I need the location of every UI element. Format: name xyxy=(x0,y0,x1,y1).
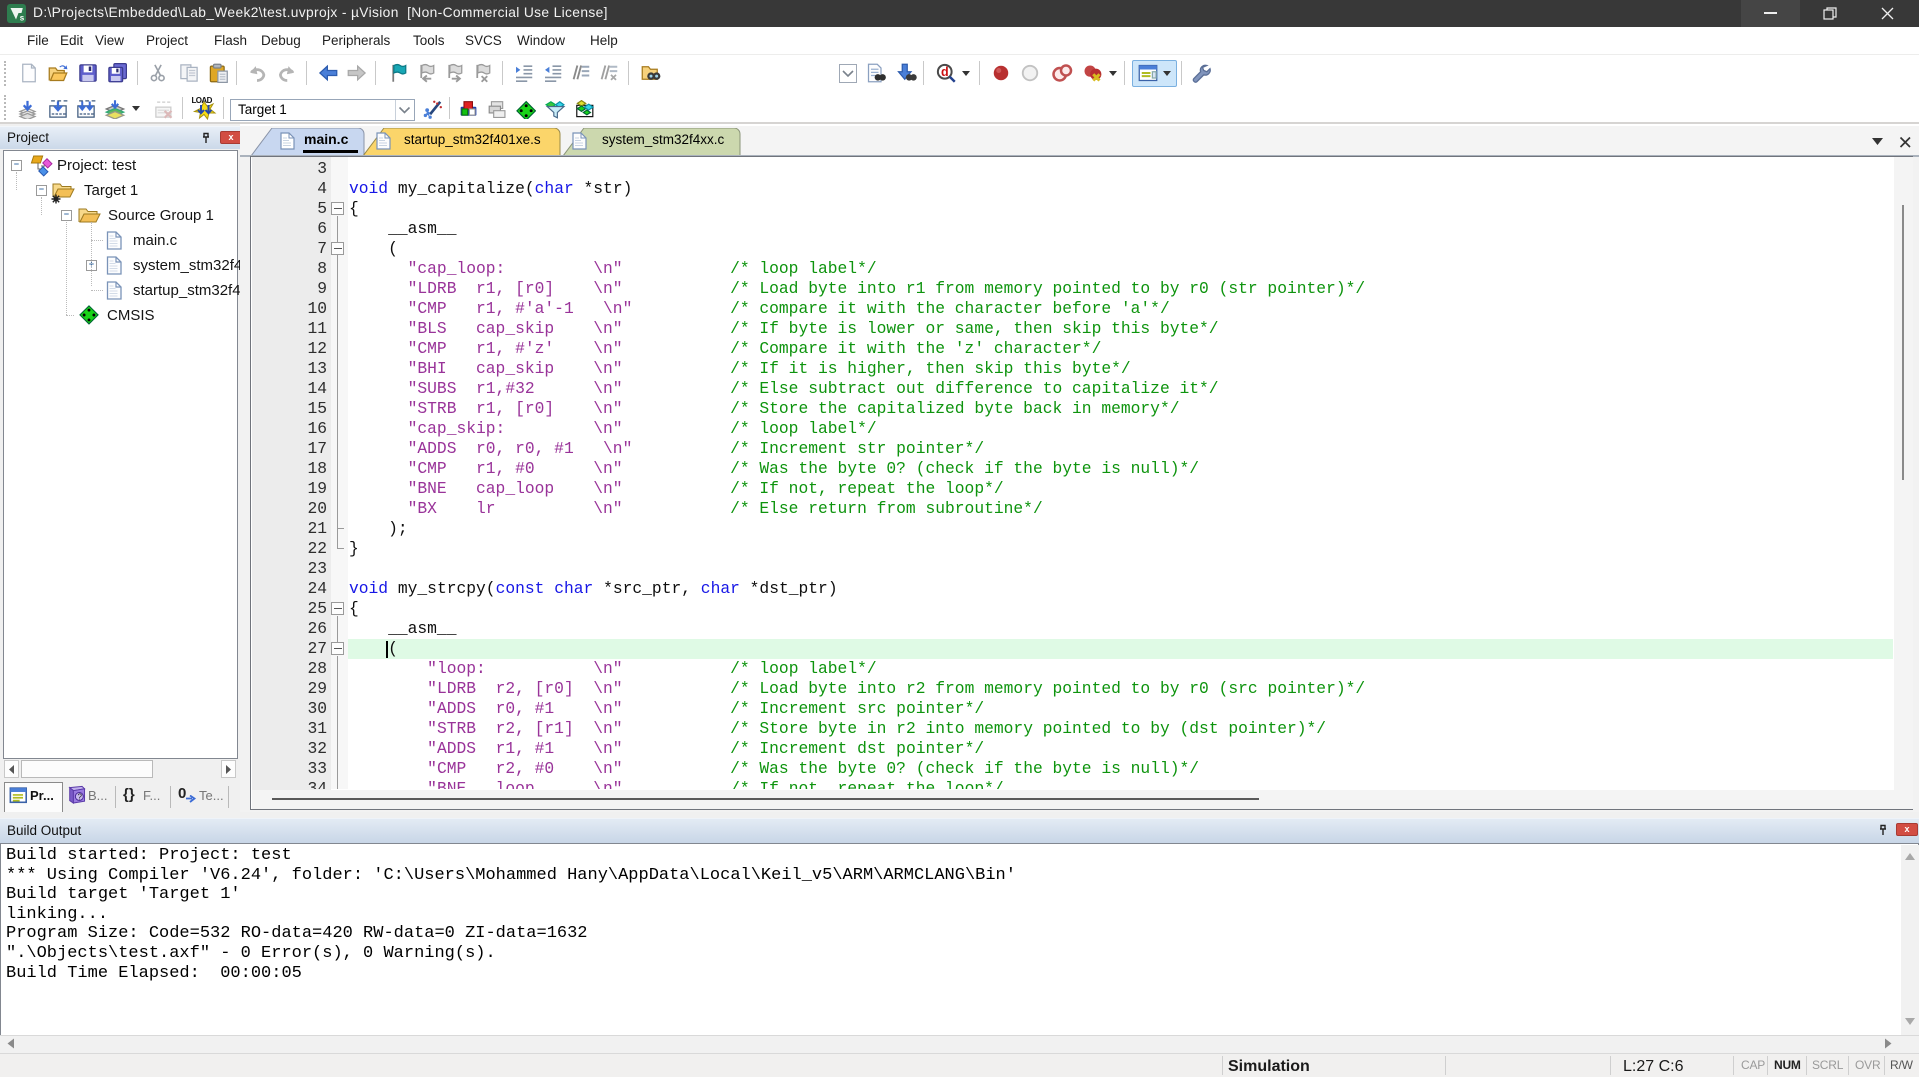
svg-text:s: s xyxy=(20,14,25,23)
svg-text:?: ? xyxy=(77,793,82,802)
svg-text:d: d xyxy=(941,65,949,79)
svg-text:LOAD: LOAD xyxy=(192,96,213,105)
